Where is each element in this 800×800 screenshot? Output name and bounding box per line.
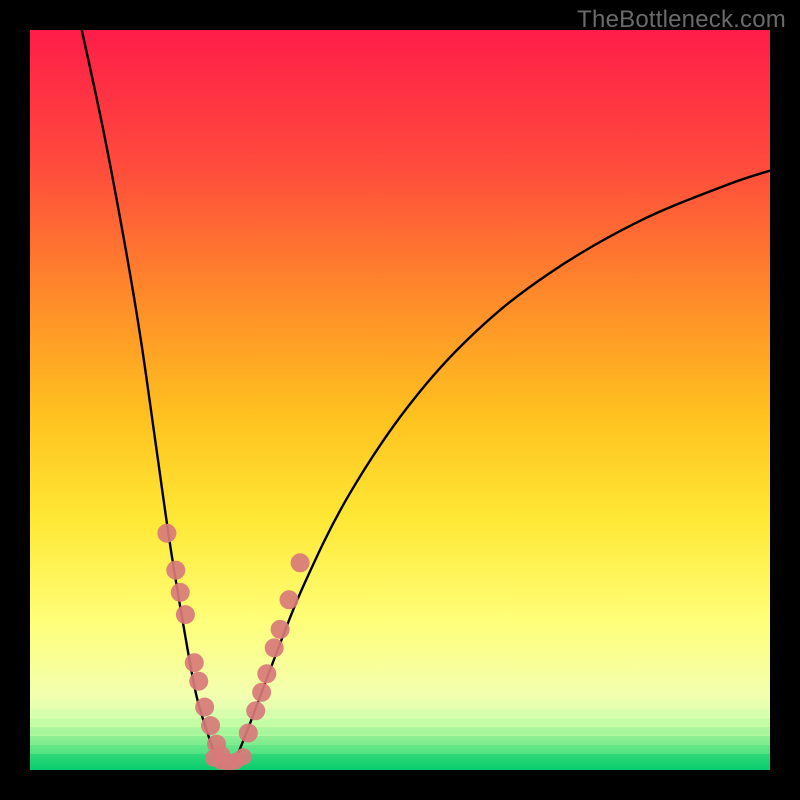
- marker-dot: [239, 724, 258, 743]
- marker-dot: [257, 664, 276, 683]
- marker-dot: [265, 638, 284, 657]
- marker-dot: [189, 672, 208, 691]
- bottleneck-plot: [30, 30, 770, 770]
- marker-dot: [246, 701, 265, 720]
- marker-dot: [291, 553, 310, 572]
- marker-dot: [252, 683, 271, 702]
- marker-dot: [185, 653, 204, 672]
- marker-dot: [157, 524, 176, 543]
- marker-dot: [235, 748, 252, 765]
- marker-dot: [176, 605, 195, 624]
- chart-stage: TheBottleneck.com: [0, 0, 800, 800]
- marker-dot: [201, 716, 220, 735]
- marker-dot: [171, 583, 190, 602]
- marker-dot: [280, 590, 299, 609]
- marker-dot: [271, 620, 290, 639]
- heat-gradient-bg: [30, 30, 770, 770]
- marker-dot: [166, 561, 185, 580]
- marker-dot: [195, 698, 214, 717]
